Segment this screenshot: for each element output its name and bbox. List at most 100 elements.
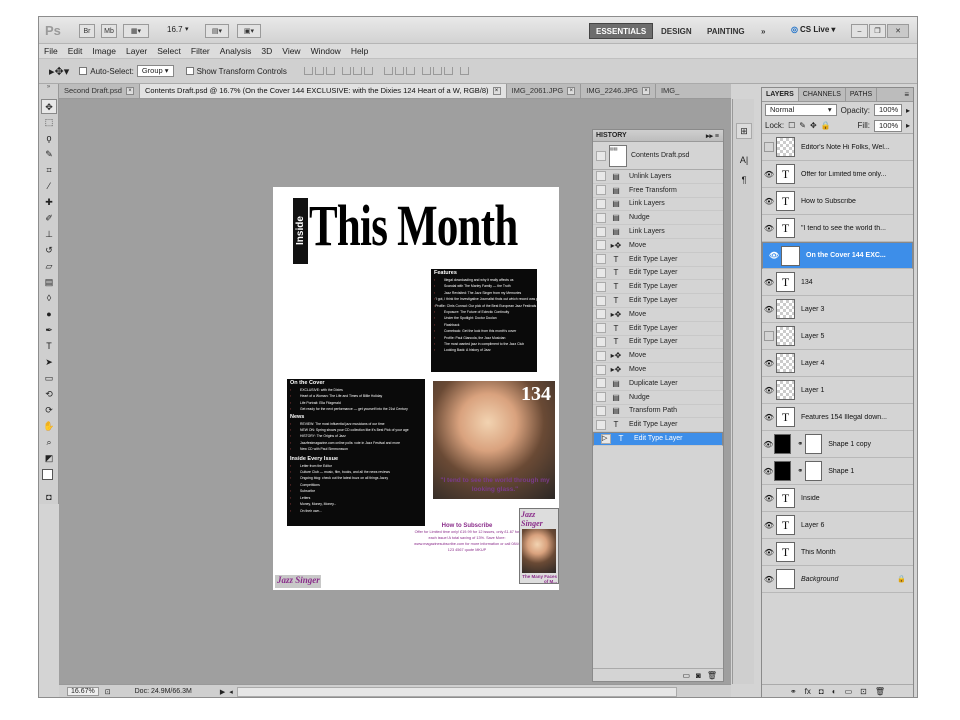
layer-style-icon[interactable]: fx [805,687,811,696]
lock-position-icon[interactable]: ✥ [810,121,817,130]
visibility-eye-icon[interactable]: 👁 [762,467,774,476]
lock-transparency-icon[interactable]: ☐ [788,121,795,130]
history-item[interactable]: ▤ Unlink Layers [593,170,723,184]
move-tool-icon[interactable]: ✥ [41,99,57,114]
visibility-eye-icon[interactable]: 👁 [762,575,776,584]
restore-button[interactable]: ❐ [869,24,886,38]
history-source-checkbox[interactable] [596,240,606,251]
brush-tool-icon[interactable]: ✐ [41,211,57,226]
layer-row[interactable]: 👁 ⚭ Shape 1 copy [762,431,913,458]
blend-mode-dropdown[interactable]: Normal ▾ [765,104,837,116]
lock-image-icon[interactable]: ✎ [799,121,806,130]
history-source-checkbox[interactable] [596,350,606,361]
minimize-button[interactable]: – [851,24,868,38]
eyedropper-tool-icon[interactable]: ⁄ [41,179,57,194]
new-layer-icon[interactable]: ⊡ [860,687,867,696]
tab-img-2246[interactable]: IMG_2246.JPG × [581,84,656,98]
close-icon[interactable]: × [567,87,576,95]
blur-tool-icon[interactable]: ◊ [41,291,57,306]
panel-menu-icon[interactable]: ▸▸ ≡ [706,132,719,140]
opacity-arrow-icon[interactable]: ▸ [906,106,910,115]
visibility-eye-icon[interactable]: 👁 [762,224,776,233]
mini-bridge-button[interactable]: Mb [101,24,117,38]
visibility-eye-icon[interactable]: 👁 [762,197,776,206]
close-icon[interactable]: × [641,87,650,95]
layer-row[interactable]: 👁 Layer 4 [762,350,913,377]
history-item[interactable]: T Edit Type Layer [593,267,723,281]
visibility-eye-icon[interactable]: 👁 [762,359,776,368]
visibility-eye-icon[interactable]: 👁 [762,548,776,557]
visibility-eye-icon[interactable]: 👁 [767,251,781,261]
distribute-left-icon[interactable] [421,67,431,75]
history-item[interactable]: ▤ Nudge [593,211,723,226]
crop-tool-icon[interactable]: ⌗ [41,163,57,178]
close-button[interactable]: ✕ [887,24,909,38]
menu-window[interactable]: Window [306,44,346,59]
fill-field[interactable]: 100% [873,119,902,132]
fill-arrow-icon[interactable]: ▸ [906,121,910,130]
history-source-checkbox[interactable] [596,212,606,223]
history-source-checkbox[interactable] [596,254,606,265]
navigator-icon[interactable]: ⊞ [736,123,752,139]
history-item[interactable]: ▸✥ Move [593,363,723,377]
hand-tool-icon[interactable]: ✋ [41,419,57,434]
layer-row[interactable]: 👁 T Layer 6 [762,512,913,539]
history-source-checkbox[interactable] [596,405,606,416]
history-source-checkbox[interactable] [596,226,606,237]
cs-live-button[interactable]: ◎ CS Live ▾ [791,25,835,34]
gradient-tool-icon[interactable]: ▤ [41,275,57,290]
opacity-field[interactable]: 100% [873,104,902,116]
history-item[interactable]: ▷ T Edit Type Layer [593,432,723,446]
menu-image[interactable]: Image [87,44,121,59]
visibility-eye-icon[interactable]: 👁 [762,278,776,287]
menu-file[interactable]: File [39,44,63,59]
history-source-checkbox[interactable] [596,198,606,209]
history-source-checkbox[interactable] [596,281,606,292]
3d-rotate-tool-icon[interactable]: ⟲ [41,387,57,402]
workspace-more[interactable]: » [755,23,771,39]
new-document-icon[interactable]: ▭ [682,671,690,680]
layer-row[interactable]: 👁 T 134 [762,269,913,296]
tab-contents-draft[interactable]: Contents Draft.psd @ 16.7% (On the Cover… [139,84,507,98]
history-source-checkbox[interactable] [596,336,606,347]
history-source-checkbox[interactable]: ▷ [601,434,611,445]
snapshot-source-checkbox[interactable] [596,150,606,161]
auto-select-dropdown[interactable]: Group ▾ [136,65,174,77]
panel-menu-icon[interactable]: ≡ [904,88,913,101]
close-icon[interactable]: × [125,87,134,95]
align-vcenter-icon[interactable] [314,67,324,75]
history-item[interactable]: T Edit Type Layer [593,418,723,433]
workspace-essentials[interactable]: ESSENTIALS [589,23,654,39]
snapshot-camera-icon[interactable]: ◙ [696,671,701,680]
tab-paths[interactable]: PATHS [846,88,878,101]
history-item[interactable]: T Edit Type Layer [593,294,723,308]
history-item[interactable]: T Edit Type Layer [593,253,723,267]
menu-layer[interactable]: Layer [121,44,152,59]
history-source-checkbox[interactable] [596,185,606,196]
layer-mask-icon[interactable]: ◘ [819,687,824,696]
history-source-checkbox[interactable] [596,364,606,375]
workspace-painting[interactable]: PAINTING [701,23,751,39]
history-item[interactable]: ▤ Free Transform [593,184,723,198]
menu-analysis[interactable]: Analysis [215,44,257,59]
tab-img-2061[interactable]: IMG_2061.JPG × [507,84,582,98]
path-select-tool-icon[interactable]: ➤ [41,355,57,370]
history-source-checkbox[interactable] [596,309,606,320]
history-brush-tool-icon[interactable]: ↺ [41,243,57,258]
menu-edit[interactable]: Edit [63,44,88,59]
shape-tool-icon[interactable]: ▭ [41,371,57,386]
layer-row[interactable]: 👁 T Inside [762,485,913,512]
history-source-checkbox[interactable] [596,419,606,430]
align-right-icon[interactable] [363,67,373,75]
layer-row[interactable]: Editor's Note Hi Folks, Wel... [762,134,913,161]
align-bottom-icon[interactable] [325,67,335,75]
layer-row[interactable]: 👁 T How to Subscribe [762,188,913,215]
history-source-checkbox[interactable] [596,171,606,182]
zoom-tool-icon[interactable]: ⌕ [41,435,57,450]
history-source-checkbox[interactable] [596,267,606,278]
visibility-eye-icon[interactable] [764,142,774,152]
history-item[interactable]: ▤ Duplicate Layer [593,377,723,391]
history-item[interactable]: ▸✥ Move [593,349,723,364]
horizontal-scrollbar[interactable] [236,686,677,697]
layer-row[interactable]: 👁 Layer 3 [762,296,913,323]
